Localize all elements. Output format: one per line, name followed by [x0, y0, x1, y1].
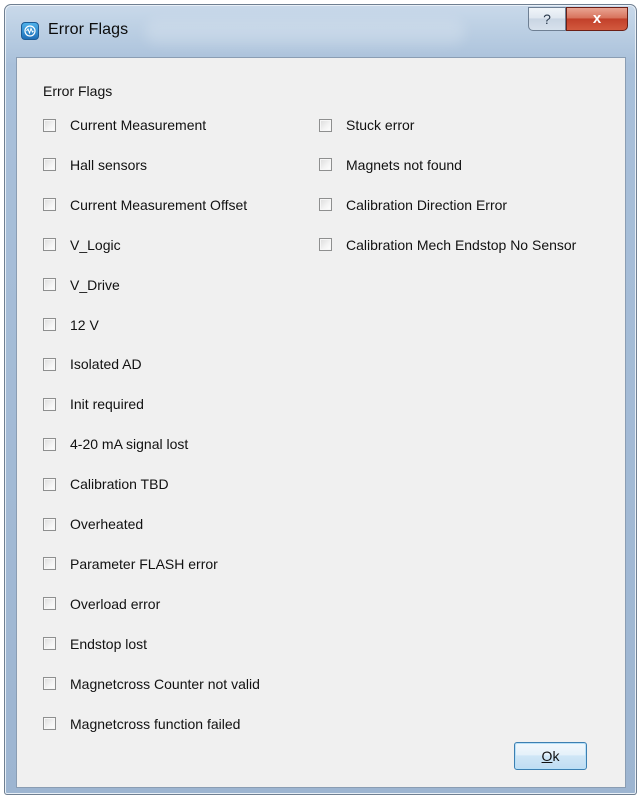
flag-checkbox-row[interactable]: Magnetcross function failed	[43, 713, 240, 735]
flag-checkbox-row[interactable]: 4-20 mA signal lost	[43, 433, 188, 455]
error-flags-dialog: Error Flags ? x Error Flags Current Meas…	[4, 4, 637, 795]
checkbox[interactable]	[43, 198, 56, 212]
checkbox[interactable]	[319, 158, 332, 172]
checkbox-label: Magnetcross function failed	[70, 715, 241, 732]
checkbox-label: Current Measurement Offset	[70, 196, 248, 213]
checkbox[interactable]	[319, 118, 332, 132]
close-button[interactable]: x	[566, 7, 628, 31]
checkbox-label: Magnets not found	[346, 156, 462, 173]
checkbox[interactable]	[43, 118, 56, 132]
dialog-body: Error Flags Current Measurement Hall sens…	[16, 57, 626, 788]
checkbox-label: Stuck error	[346, 117, 415, 133]
flag-checkbox-row[interactable]: Magnetcross Counter not valid	[43, 673, 260, 695]
checkbox-label: 4-20 mA signal lost	[70, 436, 189, 453]
checkbox-label: Isolated AD	[70, 356, 142, 373]
checkbox-label: Hall sensors	[70, 156, 148, 173]
checkbox[interactable]	[43, 397, 56, 411]
checkbox-label: 12 V	[70, 316, 99, 333]
window-title: Error Flags	[48, 21, 129, 38]
ok-button[interactable]: Ok	[514, 742, 587, 770]
flag-checkbox-row[interactable]: Parameter FLASH error	[43, 553, 218, 575]
checkbox[interactable]	[43, 477, 56, 491]
checkbox[interactable]	[43, 158, 56, 172]
checkbox-label: Overheated	[70, 516, 144, 532]
checkbox[interactable]	[43, 597, 56, 611]
flag-checkbox-row[interactable]: V_Drive	[43, 274, 120, 296]
checkbox-label: Magnetcross Counter not valid	[70, 675, 260, 692]
checkbox[interactable]	[43, 677, 56, 691]
waveform-icon	[24, 25, 36, 37]
ok-label-rest: k	[552, 748, 560, 764]
close-icon: x	[592, 10, 602, 27]
title-bar-glow	[145, 19, 465, 45]
checkbox[interactable]	[43, 437, 56, 451]
title-bar[interactable]: Error Flags ? x	[5, 5, 636, 55]
checkbox-label: Parameter FLASH error	[70, 555, 218, 572]
flag-checkbox-row[interactable]: Endstop lost	[43, 633, 147, 655]
flag-checkbox-row[interactable]: Init required	[43, 393, 144, 415]
flag-checkbox-row[interactable]: Calibration Direction Error	[319, 194, 507, 216]
checkbox[interactable]	[319, 238, 332, 252]
app-icon	[21, 22, 39, 40]
checkbox-label: Overload error	[70, 595, 161, 612]
checkbox-label: Init required	[70, 396, 144, 413]
flag-checkbox-row[interactable]: V_Logic	[43, 234, 121, 256]
flag-checkbox-row[interactable]: Calibration Mech Endstop No Sensor	[319, 234, 576, 256]
checkbox[interactable]	[43, 637, 56, 651]
checkbox[interactable]	[43, 557, 56, 571]
checkbox-label: Calibration Direction Error	[346, 196, 508, 213]
help-icon: ?	[543, 11, 551, 27]
flag-checkbox-row[interactable]: Current Measurement	[43, 114, 206, 136]
flag-checkbox-row[interactable]: Hall sensors	[43, 154, 147, 176]
flag-checkbox-row[interactable]: Overload error	[43, 593, 160, 615]
checkbox[interactable]	[319, 198, 332, 212]
checkbox[interactable]	[43, 238, 56, 252]
checkbox-label: Current Measurement	[70, 117, 207, 133]
checkbox-label: V_Logic	[70, 236, 121, 253]
flag-checkbox-row[interactable]: Stuck error	[319, 114, 414, 136]
checkbox[interactable]	[43, 318, 56, 331]
flag-checkbox-row[interactable]: 12 V	[43, 314, 99, 336]
checkbox-label: V_Drive	[70, 276, 120, 293]
flag-checkbox-row[interactable]: Current Measurement Offset	[43, 194, 247, 216]
checkbox[interactable]	[43, 517, 56, 531]
checkbox[interactable]	[43, 717, 56, 730]
group-title: Error Flags	[43, 83, 113, 99]
flag-checkbox-row[interactable]: Overheated	[43, 513, 143, 535]
checkbox-label: Calibration TBD	[70, 476, 169, 493]
flag-checkbox-row[interactable]: Magnets not found	[319, 154, 462, 176]
checkbox-label: Endstop lost	[70, 635, 148, 652]
flag-checkbox-row[interactable]: Isolated AD	[43, 353, 142, 375]
checkbox[interactable]	[43, 278, 56, 292]
help-button[interactable]: ?	[528, 7, 566, 31]
checkbox[interactable]	[43, 357, 56, 371]
ok-mnemonic: O	[541, 748, 553, 764]
checkbox-label: Calibration Mech Endstop No Sensor	[346, 236, 577, 253]
flag-checkbox-row[interactable]: Calibration TBD	[43, 473, 169, 495]
